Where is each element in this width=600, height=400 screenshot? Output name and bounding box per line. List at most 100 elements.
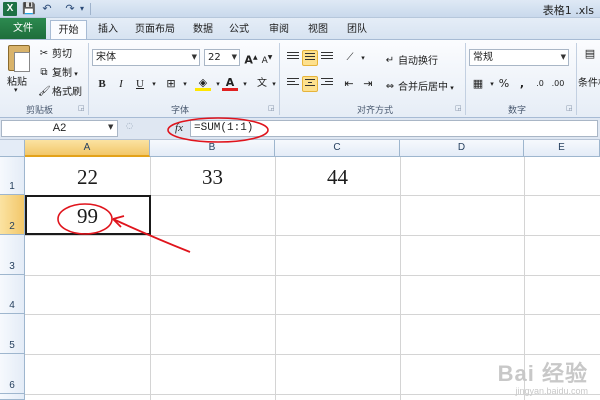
tab-home[interactable]: 开始 — [50, 20, 87, 39]
alignment-launcher-icon[interactable]: ◲ — [455, 104, 462, 112]
decrease-indent-button[interactable]: ⇤ — [341, 76, 357, 92]
copy-dropdown-icon: ▾ — [72, 70, 78, 78]
merge-center-button[interactable]: ⇔ 合并后居中 ▾ — [384, 78, 454, 93]
decrease-decimal-button[interactable]: .00 — [550, 76, 566, 92]
paint-bucket-icon: ◈ — [198, 76, 208, 89]
borders-dropdown-icon[interactable]: ▾ — [177, 76, 193, 92]
fill-color-button[interactable]: ◈ — [195, 75, 211, 91]
name-box-dropdown-icon[interactable]: ▼ — [108, 123, 113, 131]
chevron-down-icon: ▼ — [191, 53, 197, 61]
row-number: 1 — [9, 181, 15, 192]
formula-input[interactable]: =SUM(1:1) — [190, 120, 598, 137]
excel-logo-icon: X — [3, 2, 17, 16]
row-header-3[interactable]: 3 — [0, 235, 25, 275]
scissors-icon: ✂ — [39, 48, 49, 59]
number-format-combo[interactable]: 常规 ▼ — [469, 49, 569, 66]
border-icon: ⊞ — [166, 77, 176, 90]
font-launcher-icon[interactable]: ◲ — [268, 104, 275, 112]
font-color-button[interactable]: A — [222, 75, 238, 91]
bold-button[interactable]: B — [94, 76, 110, 92]
row-header-4[interactable]: 4 — [0, 275, 25, 314]
format-painter-label: 格式刷 — [52, 87, 82, 98]
save-icon[interactable]: 💾 — [21, 1, 37, 17]
cell-c1[interactable]: 44 — [275, 165, 400, 190]
underline-dropdown-icon[interactable]: ▾ — [146, 76, 162, 92]
customize-toolbar-icon[interactable]: ▾ — [77, 1, 87, 17]
column-header-a[interactable]: A — [25, 140, 150, 157]
merge-center-label: 合并后居中 — [398, 82, 448, 93]
tab-data[interactable]: 数据 — [190, 20, 216, 39]
gridline — [275, 157, 276, 400]
tab-team[interactable]: 团队 — [344, 20, 370, 39]
watermark-logo: Bai 经验 — [497, 361, 588, 386]
align-right-button[interactable] — [319, 76, 335, 92]
grow-font-label: A — [244, 53, 253, 67]
select-all-button[interactable] — [0, 140, 25, 157]
increase-decimal-icon: .0 — [536, 79, 544, 88]
tab-page-layout[interactable]: 页面布局 — [130, 20, 180, 39]
conditional-format-icon[interactable]: ▤ — [581, 46, 599, 68]
percent-style-button[interactable]: % — [496, 76, 512, 92]
font-color-dropdown-icon[interactable]: ▾ — [237, 76, 253, 92]
align-bottom-button[interactable] — [319, 50, 335, 66]
gridline — [25, 354, 600, 355]
chevron-down-icon: ▼ — [560, 53, 566, 61]
row-number: 5 — [9, 340, 15, 351]
clipboard-group-label: 剪贴板 — [25, 106, 53, 116]
redo-icon[interactable]: ↷ — [62, 1, 78, 17]
tab-formulas[interactable]: 公式 — [226, 20, 252, 39]
paste-icon[interactable] — [8, 45, 30, 72]
number-launcher-icon[interactable]: ◲ — [566, 104, 573, 112]
indent-icon: ⇥ — [363, 77, 373, 90]
font-size-combo[interactable]: 22 ▼ — [204, 49, 240, 66]
clipboard-launcher-icon[interactable]: ◲ — [78, 104, 85, 112]
tab-review[interactable]: 审阅 — [266, 20, 292, 39]
row-header-6[interactable]: 6 — [0, 354, 25, 394]
undo-icon[interactable]: ↶ — [39, 1, 55, 17]
row-header-2[interactable]: 2 — [0, 195, 25, 235]
cell-a1[interactable]: 22 — [25, 165, 150, 190]
copy-button[interactable]: ⧉ 复制 ▾ — [38, 64, 78, 79]
row-header-7[interactable] — [0, 394, 25, 400]
cell-b1[interactable]: 33 — [150, 165, 275, 190]
font-name-combo[interactable]: 宋体 ▼ — [92, 49, 200, 66]
paste-dropdown-icon[interactable]: ▾ — [14, 86, 18, 94]
gridline — [25, 235, 600, 236]
shrink-font-button[interactable]: A▼ — [259, 50, 275, 66]
row-number: 2 — [9, 221, 15, 232]
increase-decimal-button[interactable]: .0 — [532, 76, 548, 92]
column-header-d[interactable]: D — [400, 140, 524, 157]
conditional-format-button[interactable]: 条件格 — [578, 74, 600, 89]
orientation-dropdown-icon[interactable]: ▾ — [355, 50, 371, 66]
cell-a2[interactable]: 99 — [25, 204, 150, 229]
tab-view[interactable]: 视图 — [305, 20, 331, 39]
italic-button[interactable]: I — [113, 76, 129, 92]
insert-function-button[interactable]: fx — [171, 121, 187, 136]
row-header-5[interactable]: 5 — [0, 314, 25, 354]
align-left-button[interactable] — [285, 76, 301, 92]
increase-indent-button[interactable]: ⇥ — [360, 76, 376, 92]
tab-file[interactable]: 文件 — [0, 18, 46, 39]
baidu-jingyan-watermark: Bai 经验 jingyan.baidu.com — [498, 356, 588, 396]
align-middle-button[interactable] — [302, 50, 318, 66]
format-painter-button[interactable]: 🖌格式刷 — [38, 83, 82, 98]
wrap-text-button[interactable]: ↵ 自动换行 — [384, 52, 438, 67]
comma-style-button[interactable]: , — [514, 76, 530, 92]
row-header-1[interactable]: 1 — [0, 157, 25, 195]
column-header-e[interactable]: E — [524, 140, 600, 157]
row-number: 6 — [9, 380, 15, 391]
align-top-button[interactable] — [285, 50, 301, 66]
column-header-c[interactable]: C — [275, 140, 400, 157]
formula-bar-handle-icon[interactable]: ◌ — [126, 121, 133, 130]
tab-insert[interactable]: 插入 — [96, 20, 120, 39]
gridline — [25, 314, 600, 315]
align-center-button[interactable] — [302, 76, 318, 92]
grow-font-button[interactable]: A▲ — [243, 50, 259, 67]
grow-caret-icon: ▲ — [252, 54, 258, 61]
name-box[interactable]: A2 — [1, 120, 118, 137]
font-color-icon: A — [225, 76, 235, 89]
title-divider — [90, 3, 91, 15]
font-size-value: 22 — [208, 52, 221, 63]
column-header-b[interactable]: B — [150, 140, 275, 157]
cut-button[interactable]: ✂ 剪切 — [38, 45, 72, 60]
